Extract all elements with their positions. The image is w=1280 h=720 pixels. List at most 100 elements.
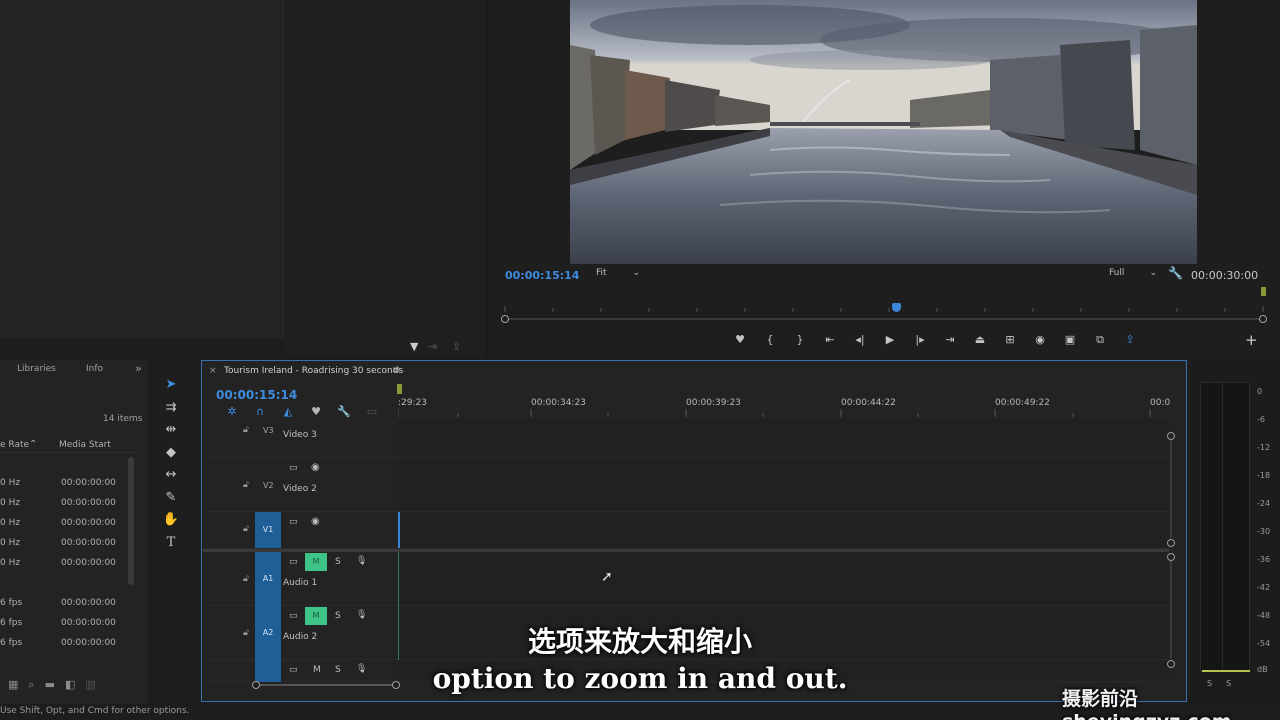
scrub-start-handle[interactable] xyxy=(501,315,509,323)
comparison-view-icon[interactable]: ▣ xyxy=(1055,331,1085,349)
sync-lock-icon[interactable]: ▭ xyxy=(289,463,298,473)
program-scrub-bar[interactable] xyxy=(505,318,1263,320)
button-editor-plus-icon[interactable]: + xyxy=(1245,331,1258,349)
project-scrollbar[interactable] xyxy=(128,457,134,585)
meter-scale-label: 0 xyxy=(1257,387,1263,396)
out-point-marker[interactable] xyxy=(1261,287,1266,296)
column-media-start[interactable]: Media Start xyxy=(59,440,111,450)
ruler-label: 00:00:34:23 xyxy=(531,398,586,408)
video-vertical-scrollbar[interactable] xyxy=(1170,440,1172,538)
track-target-v1[interactable]: V1 xyxy=(255,512,281,548)
timeline-current-timecode[interactable]: 00:00:15:14 xyxy=(216,388,297,402)
list-item[interactable]: 0 Hz 00:00:00:00 xyxy=(0,514,130,534)
timeline-settings-wrench-icon[interactable]: 🔧 xyxy=(330,405,358,418)
mute-button[interactable]: M xyxy=(305,553,327,571)
razor-tool-icon[interactable]: ◆ xyxy=(162,445,180,460)
track-select-tool-icon[interactable]: ⇉ xyxy=(162,400,180,415)
add-marker-icon[interactable]: ♥ xyxy=(725,331,755,349)
list-item[interactable]: 0 Hz 00:00:00:00 xyxy=(0,494,130,514)
column-frame-rate[interactable]: e Rate xyxy=(0,440,29,450)
step-forward-icon[interactable]: |▸ xyxy=(905,331,935,349)
step-back-icon[interactable]: ◂| xyxy=(845,331,875,349)
lock-icon[interactable]: 🔓︎ xyxy=(243,425,249,435)
proxy-toggle-icon[interactable]: ⧉ xyxy=(1085,331,1115,349)
playback-resolution-dropdown[interactable]: Full ⌄ xyxy=(1103,268,1161,282)
solo-button[interactable]: S xyxy=(335,557,341,567)
add-marker-icon[interactable]: ♥ xyxy=(302,405,330,418)
eye-icon[interactable]: ◉ xyxy=(311,516,320,527)
transport-controls: ♥ { } ⇤ ◂| ▶ |▸ ⇥ ⏏ ⊞ ◉ ▣ ⧉ ⇪ xyxy=(725,331,1145,349)
insert-icon[interactable]: ⇥ xyxy=(428,340,437,353)
track-content[interactable] xyxy=(398,458,1169,511)
go-to-out-icon[interactable]: ⇥ xyxy=(935,331,965,349)
export-icon[interactable]: ⇪ xyxy=(452,340,461,353)
track-header: 🔓︎ A1 ▭ M S 🎙︎ Audio 1 xyxy=(203,552,398,606)
meter-scale-label: -18 xyxy=(1257,471,1271,480)
panel-overflow-icon[interactable]: » xyxy=(135,362,142,375)
go-to-in-icon[interactable]: ⇤ xyxy=(815,331,845,349)
timeline-ruler[interactable]: :29:23 00:00:34:23 00:00:39:23 00:00:44:… xyxy=(398,393,1170,417)
type-tool-icon[interactable]: T xyxy=(162,535,180,550)
track-content[interactable] xyxy=(398,552,1169,605)
lock-icon[interactable]: 🔓︎ xyxy=(243,480,249,490)
track-content[interactable] xyxy=(398,512,1169,548)
sequence-tab[interactable]: Tourism Ireland - Roadrising 30 seconds xyxy=(224,366,403,376)
sync-lock-icon[interactable]: ▭ xyxy=(289,557,298,567)
watermark: 摄影前沿 sheyingzyz.com xyxy=(1062,688,1232,720)
list-item[interactable]: 0 Hz 00:00:00:00 xyxy=(0,554,130,574)
timeline-playhead[interactable] xyxy=(398,512,400,548)
list-item[interactable]: 0 Hz 00:00:00:00 xyxy=(0,534,130,554)
track-content[interactable] xyxy=(398,420,1169,457)
audio-scroll-handle-top[interactable] xyxy=(1167,553,1175,561)
lock-icon[interactable]: 🔓︎ xyxy=(243,524,249,534)
zoom-fit-dropdown[interactable]: Fit ⌄ xyxy=(590,268,644,282)
tab-libraries[interactable]: Libraries xyxy=(17,364,56,374)
sync-lock-icon[interactable]: ▭ xyxy=(289,517,298,527)
hand-tool-icon[interactable]: ✋ xyxy=(162,512,180,527)
mark-in-icon[interactable]: { xyxy=(755,331,785,349)
lock-icon[interactable]: 🔓︎ xyxy=(243,574,249,584)
program-time-ruler[interactable] xyxy=(500,302,1268,312)
nest-icon[interactable]: ✲ xyxy=(218,405,246,418)
project-item-count: 14 items xyxy=(103,414,143,424)
chevron-down-icon: ⌄ xyxy=(632,268,640,278)
panel-menu-icon[interactable]: ≡ xyxy=(392,365,400,376)
eye-icon[interactable]: ◉ xyxy=(311,462,320,473)
track-header: 🔓︎ V3 Video 3 xyxy=(203,420,398,457)
track-name: Audio 1 xyxy=(283,578,318,588)
extract-icon[interactable]: ⊞ xyxy=(995,331,1025,349)
microphone-icon[interactable]: 🎙︎ xyxy=(356,556,367,566)
sort-ascending-icon[interactable]: ⌃ xyxy=(29,439,37,450)
video-scroll-handle-top[interactable] xyxy=(1167,432,1175,440)
program-playhead[interactable] xyxy=(892,303,901,312)
track-v1: 🔓︎ V1 ▭ ◉ xyxy=(203,512,1169,549)
settings-wrench-icon[interactable]: 🔧 xyxy=(1168,266,1183,280)
track-v3: 🔓︎ V3 Video 3 xyxy=(203,420,1169,458)
slip-tool-icon[interactable]: ↔ xyxy=(162,467,180,482)
export-frame-icon[interactable]: ◉ xyxy=(1025,331,1055,349)
close-icon[interactable]: × xyxy=(209,366,217,376)
linked-selection-icon[interactable]: ◭ xyxy=(274,405,302,418)
selection-tool-icon[interactable]: ➤ xyxy=(162,377,180,392)
filter-icon[interactable]: ▼ xyxy=(410,340,418,353)
tab-info[interactable]: Info xyxy=(86,364,103,374)
captions-icon[interactable]: ▭ xyxy=(358,405,386,418)
ripple-edit-tool-icon[interactable]: ⇹ xyxy=(162,422,180,437)
scrub-end-handle[interactable] xyxy=(1259,315,1267,323)
program-current-timecode[interactable]: 00:00:15:14 xyxy=(505,269,579,282)
pen-tool-icon[interactable]: ✎ xyxy=(162,490,180,505)
lift-icon[interactable]: ⏏ xyxy=(965,331,995,349)
list-item[interactable]: 0 Hz 00:00:00:00 xyxy=(0,474,130,494)
snap-magnet-icon[interactable]: ∩ xyxy=(246,405,274,418)
mark-out-icon[interactable]: } xyxy=(785,331,815,349)
list-item[interactable]: 6 fps 00:00:00:00 xyxy=(0,594,130,614)
track-id: V3 xyxy=(263,426,274,435)
ruler-label: :29:23 xyxy=(398,398,427,408)
track-target-a1[interactable]: A1 xyxy=(255,552,281,606)
video-scroll-handle-bottom[interactable] xyxy=(1167,539,1175,547)
vr-export-icon[interactable]: ⇪ xyxy=(1115,331,1145,349)
microphone-icon[interactable]: 🎙︎ xyxy=(356,610,367,620)
play-icon[interactable]: ▶ xyxy=(875,331,905,349)
track-v2: ▭ ◉ 🔓︎ V2 Video 2 xyxy=(203,458,1169,512)
source-panel xyxy=(0,0,284,338)
